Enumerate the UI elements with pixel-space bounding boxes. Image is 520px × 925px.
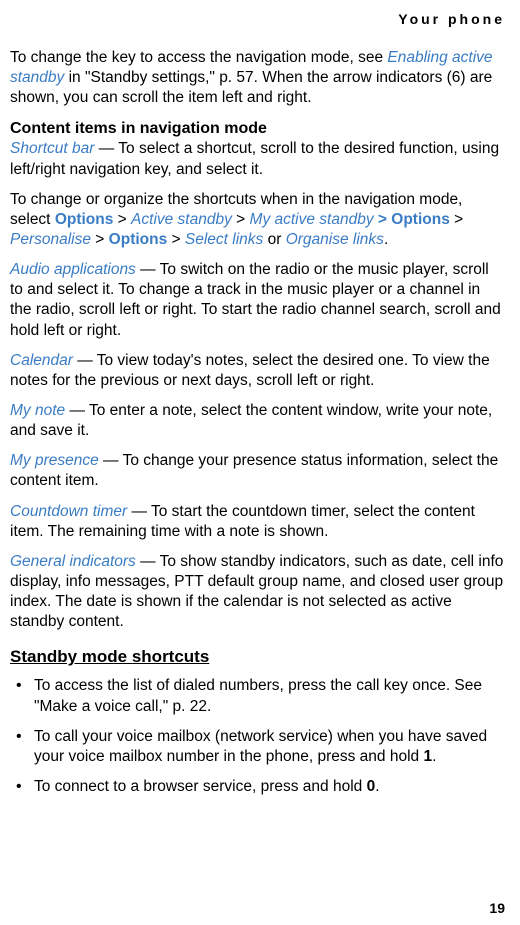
audio-applications-para: Audio applications — To switch on the ra…	[10, 260, 505, 341]
gt-3: >	[374, 211, 392, 228]
bullet-1-text: To access the list of dialed numbers, pr…	[34, 677, 482, 714]
intro-text-a: To change the key to access the navigati…	[10, 49, 387, 66]
shortcut-bar-para: Shortcut bar — To select a shortcut, scr…	[10, 139, 505, 179]
gt-2: >	[232, 211, 250, 228]
content-items-heading: Content items in navigation mode	[10, 119, 505, 140]
options-1: Options	[55, 211, 114, 228]
active-standby-link: Active standby	[131, 211, 232, 228]
period-1: .	[384, 231, 388, 248]
bullet-3-period: .	[375, 778, 379, 795]
gt-5: >	[91, 231, 109, 248]
my-presence-term: My presence	[10, 452, 99, 469]
or-text: or	[263, 231, 285, 248]
list-item: To access the list of dialed numbers, pr…	[10, 676, 505, 716]
list-item: To call your voice mailbox (network serv…	[10, 727, 505, 767]
my-note-text: — To enter a note, select the content wi…	[10, 402, 492, 439]
countdown-timer-term: Countdown timer	[10, 503, 127, 520]
general-indicators-term: General indicators	[10, 553, 136, 570]
change-shortcuts-para: To change or organize the shortcuts when…	[10, 190, 505, 250]
my-note-para: My note — To enter a note, select the co…	[10, 401, 505, 441]
my-presence-para: My presence — To change your presence st…	[10, 451, 505, 491]
page-number: 19	[489, 899, 505, 917]
list-item: To connect to a browser service, press a…	[10, 777, 505, 797]
bullet-2-period: .	[432, 748, 436, 765]
my-note-term: My note	[10, 402, 65, 419]
shortcut-bar-term: Shortcut bar	[10, 140, 94, 157]
options-2: Options	[391, 211, 450, 228]
gt-6: >	[167, 231, 185, 248]
bullet-2-key: 1	[423, 748, 432, 765]
bullet-3-key: 0	[367, 778, 376, 795]
intro-text-b: in "Standby settings," p. 57. When the a…	[10, 69, 492, 106]
select-links-link: Select links	[185, 231, 263, 248]
gt-1: >	[113, 211, 131, 228]
calendar-para: Calendar — To view today's notes, select…	[10, 351, 505, 391]
countdown-timer-para: Countdown timer — To start the countdown…	[10, 502, 505, 542]
calendar-text: — To view today's notes, select the desi…	[10, 352, 490, 389]
gt-4: >	[450, 211, 463, 228]
calendar-term: Calendar	[10, 352, 73, 369]
shortcuts-list: To access the list of dialed numbers, pr…	[10, 676, 505, 797]
my-active-standby-link: My active standby	[250, 211, 374, 228]
intro-paragraph: To change the key to access the navigati…	[10, 48, 505, 108]
page-header: Your phone	[10, 10, 505, 28]
personalise-link: Personalise	[10, 231, 91, 248]
bullet-3-text-a: To connect to a browser service, press a…	[34, 778, 367, 795]
general-indicators-para: General indicators — To show standby ind…	[10, 552, 505, 633]
standby-shortcuts-heading: Standby mode shortcuts	[10, 646, 505, 668]
audio-applications-term: Audio applications	[10, 261, 136, 278]
bullet-2-text-a: To call your voice mailbox (network serv…	[34, 728, 487, 765]
options-3: Options	[109, 231, 168, 248]
organise-links-link: Organise links	[286, 231, 384, 248]
